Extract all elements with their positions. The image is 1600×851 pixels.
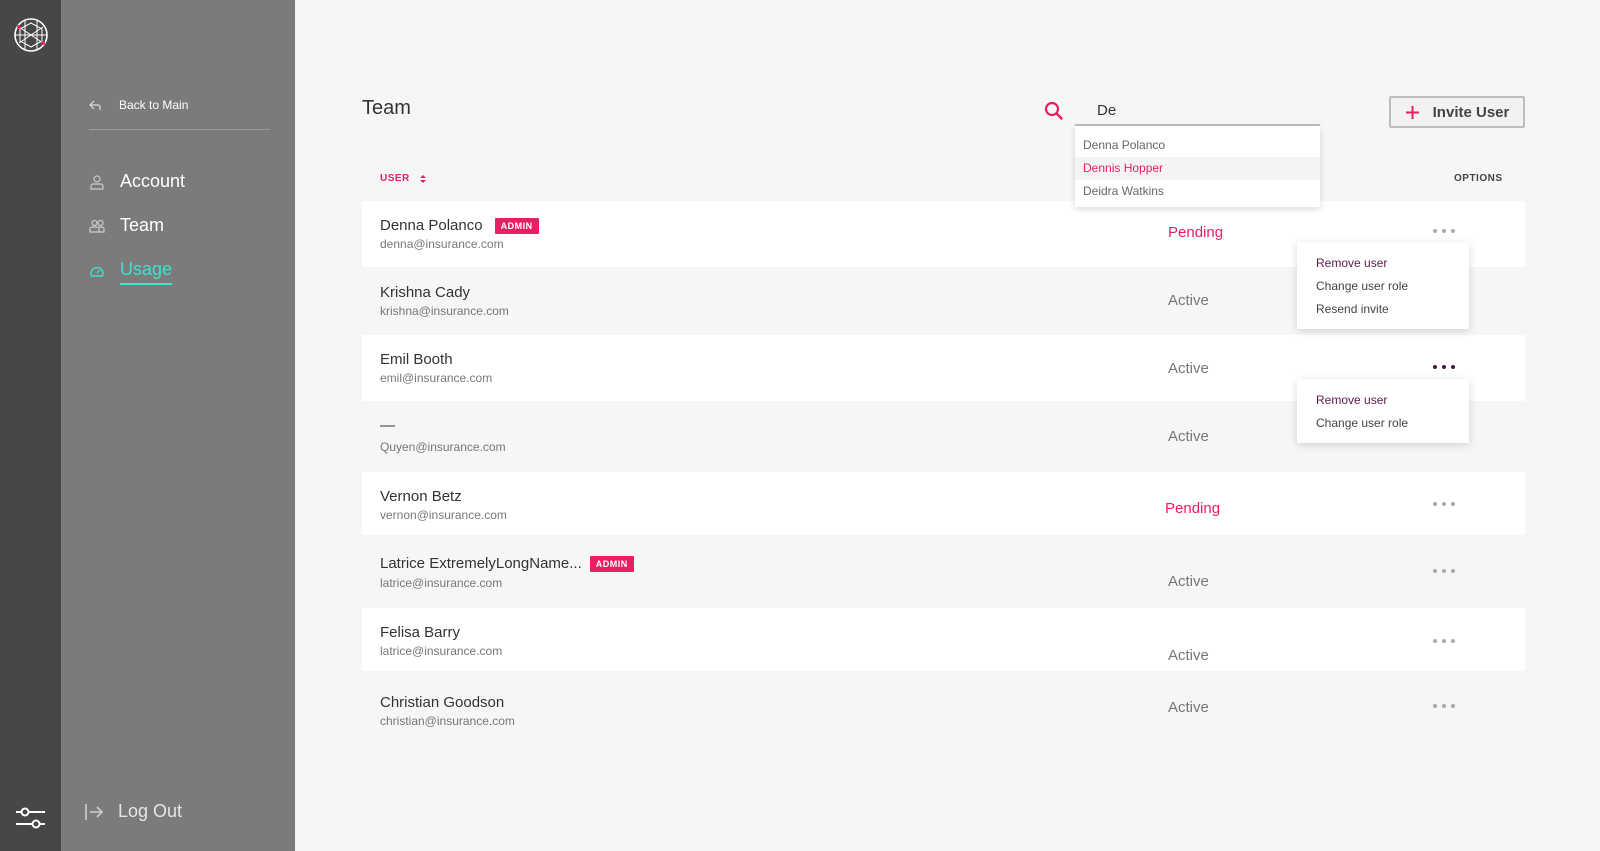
settings-sliders-icon[interactable] (15, 805, 46, 831)
remove-user-menu-item[interactable]: Remove user (1297, 389, 1469, 412)
page-title: Team (362, 97, 411, 119)
logout-button[interactable]: Log Out (84, 801, 182, 822)
change-user-role-menu-item[interactable]: Change user role (1297, 412, 1469, 435)
row-options-button[interactable] (1433, 501, 1455, 507)
user-email: denna@insurance.com (380, 237, 504, 251)
row-options-button[interactable] (1433, 703, 1455, 709)
status-badge: Pending (1168, 224, 1224, 241)
status-badge: Active (1168, 647, 1209, 664)
user-email: krishna@insurance.com (380, 304, 509, 318)
sidebar-item-account[interactable]: Account (89, 171, 185, 192)
suggestion-item[interactable]: Dennis Hopper (1075, 157, 1320, 180)
column-header-options: OPTIONS (1454, 173, 1503, 184)
status-badge: Active (1168, 573, 1209, 590)
row-options-button[interactable] (1433, 568, 1455, 574)
admin-badge: ADMIN (494, 217, 539, 234)
column-header-user-label: USER (380, 173, 410, 184)
user-email: latrice@insurance.com (380, 644, 503, 658)
logo-icon[interactable] (13, 17, 49, 53)
user-name: Denna Polanco (380, 217, 483, 234)
user-name: Emil Booth (380, 351, 453, 368)
user-email: latrice@insurance.com (380, 576, 503, 590)
status-badge: Active (1168, 360, 1209, 377)
team-icon (89, 219, 105, 233)
resend-invite-menu-item[interactable]: Resend invite (1297, 298, 1469, 321)
logout-label: Log Out (118, 801, 183, 821)
search-input[interactable] (1075, 96, 1320, 126)
change-user-role-menu-item[interactable]: Change user role (1297, 275, 1469, 298)
status-badge: Active (1168, 428, 1209, 445)
status-badge: Pending (1165, 500, 1221, 517)
invite-user-button[interactable]: Invite User (1389, 96, 1525, 128)
back-to-main-link[interactable]: Back to Main (89, 98, 270, 130)
sidebar-item-label: Usage (120, 259, 173, 285)
status-badge: Active (1168, 699, 1209, 716)
row-options-button[interactable] (1433, 228, 1455, 234)
user-name: Latrice ExtremelyLongName... (380, 555, 582, 572)
user-email: vernon@insurance.com (380, 508, 507, 522)
suggestion-item[interactable]: Deidra Watkins (1075, 180, 1320, 203)
row-options-button[interactable] (1433, 638, 1455, 644)
sidebar-item-usage[interactable]: Usage (89, 259, 173, 285)
logout-icon (85, 803, 104, 820)
admin-badge: ADMIN (589, 555, 634, 572)
user-icon (90, 174, 104, 190)
user-name: Felisa Barry (380, 624, 461, 641)
back-arrow-icon (89, 100, 101, 110)
user-name: Vernon Betz (380, 488, 462, 505)
search-suggestions: Denna Polanco Dennis Hopper Deidra Watki… (1075, 126, 1320, 207)
suggestion-item[interactable]: Denna Polanco (1075, 134, 1320, 157)
user-name: Krishna Cady (380, 284, 471, 301)
sidebar-item-team[interactable]: Team (89, 215, 164, 236)
table-row: Vernon Betz vernon@insurance.com Pending (362, 472, 1525, 535)
sort-icon (419, 174, 426, 183)
row-options-button[interactable] (1433, 364, 1455, 370)
user-email: Quyen@insurance.com (380, 440, 506, 454)
main-content: Team Denna Polanco Dennis Hopper Deidra … (295, 0, 1600, 851)
row-options-menu: Remove user Change user role Resend invi… (1297, 242, 1469, 329)
back-to-main-label: Back to Main (119, 98, 189, 112)
table-row: Christian Goodson christian@insurance.co… (362, 671, 1525, 739)
user-email: christian@insurance.com (380, 714, 515, 728)
status-badge: Active (1168, 292, 1209, 309)
user-name: Christian Goodson (380, 694, 505, 711)
sidebar-item-label: Team (120, 215, 165, 235)
user-name: — (380, 417, 395, 434)
sidebar: Back to Main Account Team Usage Log Out (61, 0, 295, 851)
table-row: Felisa Barry latrice@insurance.com Activ… (362, 608, 1525, 671)
row-options-menu: Remove user Change user role (1297, 379, 1469, 443)
app-rail (0, 0, 61, 851)
remove-user-menu-item[interactable]: Remove user (1297, 252, 1469, 275)
user-email: emil@insurance.com (380, 371, 493, 385)
plus-icon (1405, 105, 1419, 119)
invite-user-label: Invite User (1432, 103, 1510, 121)
table-row: Latrice ExtremelyLongName... ADMIN latri… (362, 535, 1525, 608)
column-header-user[interactable]: USER (380, 173, 427, 184)
search-icon[interactable] (1044, 101, 1063, 120)
sidebar-item-label: Account (120, 171, 186, 191)
gauge-icon (90, 266, 104, 277)
